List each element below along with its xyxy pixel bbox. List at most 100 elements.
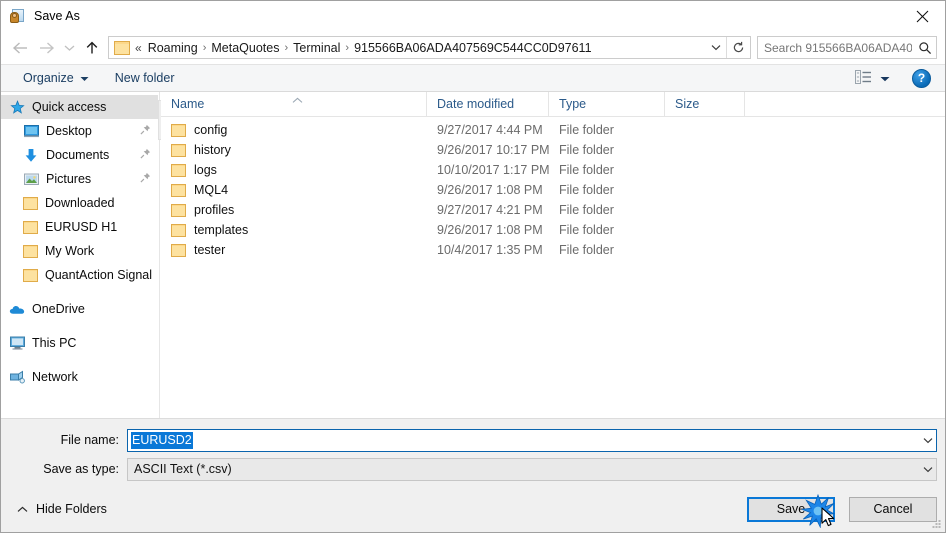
recent-locations-chevron-icon[interactable] (59, 35, 79, 61)
table-row[interactable]: MQL4 9/26/2017 1:08 PM File folder (161, 180, 945, 200)
save-button[interactable]: Save (747, 496, 835, 522)
address-bar[interactable]: « Roaming › MetaQuotes › Terminal › 9155… (108, 36, 751, 59)
caret-up-icon (17, 502, 28, 516)
caret-down-icon (80, 71, 89, 85)
sidebar-item-quantaction-signal[interactable]: QuantAction Signal (1, 263, 159, 287)
back-arrow-icon[interactable] (7, 35, 33, 61)
sidebar-item-eurusd-h1[interactable]: EURUSD H1 (1, 215, 159, 239)
cancel-button[interactable]: Cancel (849, 496, 937, 522)
column-header-label: Name (171, 97, 205, 111)
new-folder-button[interactable]: New folder (109, 68, 181, 88)
sidebar-item-this-pc[interactable]: This PC (1, 331, 159, 355)
window-title: Save As (34, 9, 80, 23)
sidebar-item-label: Quick access (32, 100, 107, 114)
network-icon (9, 369, 25, 385)
sidebar-divider (1, 355, 159, 365)
pin-icon[interactable] (140, 148, 151, 162)
sidebar-item-onedrive[interactable]: OneDrive (1, 297, 159, 321)
folder-icon (23, 244, 38, 258)
table-row[interactable]: tester 10/4/2017 1:35 PM File folder (161, 240, 945, 260)
file-name-label: MQL4 (194, 183, 229, 197)
column-header-label: Date modified (437, 97, 515, 111)
file-date-cell: 9/26/2017 10:17 PM (437, 143, 549, 157)
file-type-cell: File folder (559, 163, 614, 177)
view-options-button[interactable] (851, 68, 894, 89)
file-name-label: logs (194, 163, 217, 177)
file-name-input[interactable]: EURUSD2 (127, 428, 937, 452)
breadcrumb-item-roaming[interactable]: Roaming (144, 39, 202, 57)
breadcrumb-item-metaquotes[interactable]: MetaQuotes (207, 39, 283, 57)
sidebar-item-network[interactable]: Network (1, 365, 159, 389)
breadcrumb: « Roaming › MetaQuotes › Terminal › 9155… (135, 39, 706, 57)
sidebar-item-label: Desktop (46, 124, 92, 138)
chevron-down-icon[interactable] (919, 437, 936, 444)
file-name-label: config (194, 123, 228, 137)
hide-folders-button[interactable]: Hide Folders (11, 498, 113, 520)
sidebar-item-desktop[interactable]: Desktop (1, 119, 159, 143)
table-row[interactable]: templates 9/26/2017 1:08 PM File folder (161, 220, 945, 240)
pin-icon[interactable] (140, 124, 151, 138)
folder-icon (23, 196, 38, 210)
search-input[interactable] (758, 40, 914, 55)
sidebar-item-pictures[interactable]: Pictures (1, 167, 159, 191)
star-pin-icon (9, 99, 25, 115)
folder-icon (114, 40, 130, 55)
search-icon[interactable] (914, 37, 936, 58)
breadcrumb-item-guid[interactable]: 915566BA06ADA407569C544CC0D97611 (350, 39, 595, 57)
view-options-icon (855, 69, 872, 87)
organize-label: Organize (23, 71, 74, 85)
caret-down-icon (880, 71, 890, 85)
file-date-cell: 10/10/2017 1:17 PM (437, 163, 549, 177)
pin-icon[interactable] (140, 172, 151, 186)
search-box[interactable] (757, 36, 937, 59)
breadcrumb-overflow[interactable]: « (135, 41, 144, 55)
file-name-label: templates (194, 223, 249, 237)
save-as-dialog: Save As « Roaming › MetaQuotes › Termina… (0, 0, 946, 533)
close-icon[interactable] (899, 1, 945, 31)
sidebar-item-quick-access[interactable]: Quick access (1, 95, 158, 119)
up-arrow-icon[interactable] (79, 35, 105, 61)
chevron-down-icon[interactable] (706, 37, 726, 58)
sidebar-item-my-work[interactable]: My Work (1, 239, 159, 263)
table-row[interactable]: history 9/26/2017 10:17 PM File folder (161, 140, 945, 160)
folder-icon (171, 183, 186, 197)
column-header-date-modified[interactable]: Date modified (427, 92, 549, 116)
column-header-name[interactable]: Name (161, 92, 427, 116)
sidebar-divider (1, 287, 159, 297)
folder-icon (171, 163, 186, 177)
folder-icon (171, 143, 186, 157)
save-as-type-select[interactable]: ASCII Text (*.csv) (127, 457, 937, 481)
file-type-cell: File folder (559, 203, 614, 217)
column-header-type[interactable]: Type (549, 92, 665, 116)
breadcrumb-item-terminal[interactable]: Terminal (289, 39, 344, 57)
folder-icon (23, 220, 38, 234)
folder-icon (171, 223, 186, 237)
forward-arrow-icon[interactable] (33, 35, 59, 61)
documents-download-icon (23, 147, 39, 163)
hide-folders-label: Hide Folders (36, 502, 107, 516)
table-row[interactable]: config 9/27/2017 4:44 PM File folder (161, 120, 945, 140)
sidebar-item-documents[interactable]: Documents (1, 143, 159, 167)
sidebar-item-label: Downloaded (45, 196, 115, 210)
file-type-cell: File folder (559, 223, 614, 237)
sidebar-item-label: This PC (32, 336, 77, 350)
save-button-label: Save (776, 502, 806, 516)
file-name-cell: logs (161, 163, 427, 177)
file-type-cell: File folder (559, 183, 614, 197)
refresh-icon[interactable] (726, 37, 750, 58)
new-folder-label: New folder (114, 71, 175, 85)
toolbar-right-group: ? (851, 68, 945, 89)
chevron-down-icon[interactable] (919, 466, 936, 473)
table-row[interactable]: profiles 9/27/2017 4:21 PM File folder (161, 200, 945, 220)
column-header-size[interactable]: Size (665, 92, 745, 116)
help-icon[interactable]: ? (912, 68, 931, 88)
folder-icon (171, 123, 186, 137)
save-as-type-value: ASCII Text (*.csv) (134, 462, 232, 476)
organize-button[interactable]: Organize (17, 68, 95, 88)
file-list-pane: Name Date modified Type Size config 9/27… (161, 92, 945, 418)
table-row[interactable]: logs 10/10/2017 1:17 PM File folder (161, 160, 945, 180)
resize-grip-icon[interactable] (930, 518, 942, 530)
sidebar-item-label: OneDrive (32, 302, 85, 316)
sidebar-item-downloaded[interactable]: Downloaded (1, 191, 159, 215)
footer-buttons: Save Cancel (747, 493, 937, 529)
